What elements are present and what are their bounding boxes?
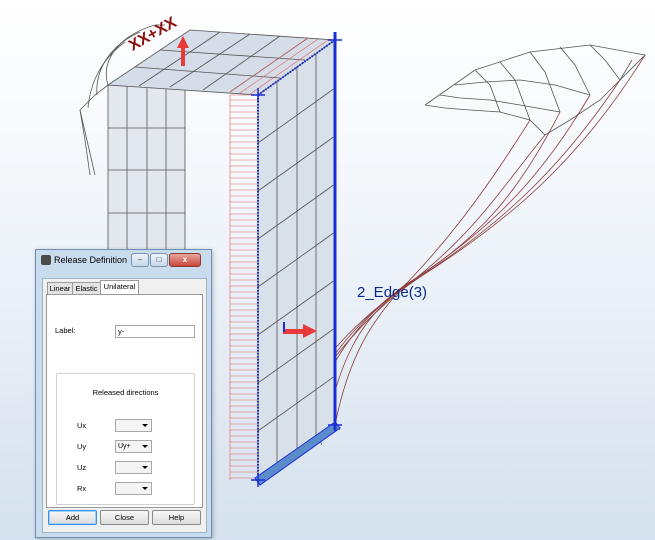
release-hatch-band — [229, 94, 258, 480]
dialog-titlebar[interactable]: Release Definition – □ x — [36, 250, 211, 270]
label-input[interactable]: y- — [115, 325, 195, 338]
chevron-down-icon — [142, 487, 148, 490]
front-shell — [257, 39, 336, 481]
released-directions-group: Released directions Ux Uy Uy+ Uz Rx — [56, 373, 195, 505]
left-shell — [107, 84, 186, 256]
minimize-button[interactable]: – — [131, 253, 149, 267]
deformed-shape — [424, 44, 646, 136]
dialog-client: Linear Elastic Unilateral Label: y- Rele… — [42, 278, 207, 533]
close-button[interactable]: Close — [100, 510, 149, 525]
uy-label: Uy — [77, 442, 87, 451]
released-directions-title: Released directions — [92, 388, 159, 397]
close-window-button[interactable]: x — [169, 253, 201, 267]
unilateral-panel: Label: y- Released directions Ux Uy Uy+ … — [46, 294, 203, 508]
dialog-title: Release Definition — [54, 255, 128, 265]
uz-label: Uz — [77, 463, 87, 472]
ux-label: Ux — [77, 421, 87, 430]
uy-select-value: Uy+ — [118, 443, 131, 450]
maximize-button[interactable]: □ — [150, 253, 168, 267]
edge-label: 2_Edge(3) — [357, 284, 428, 301]
tab-unilateral[interactable]: Unilateral — [100, 280, 139, 295]
chevron-down-icon — [142, 424, 148, 427]
release-definition-dialog: Release Definition – □ x Linear Elastic … — [35, 249, 212, 538]
chevron-down-icon — [142, 466, 148, 469]
uz-select[interactable] — [115, 461, 152, 474]
add-button[interactable]: Add — [48, 510, 97, 525]
uy-select[interactable]: Uy+ — [115, 440, 152, 453]
app-icon — [41, 255, 51, 265]
label-caption: Label: — [55, 326, 76, 335]
help-button[interactable]: Help — [152, 510, 201, 525]
rx-select[interactable] — [115, 482, 152, 495]
release-hatch-lines — [230, 99, 258, 479]
rx-label: Rx — [77, 484, 87, 493]
ux-select[interactable] — [115, 419, 152, 432]
chevron-down-icon — [142, 445, 148, 448]
